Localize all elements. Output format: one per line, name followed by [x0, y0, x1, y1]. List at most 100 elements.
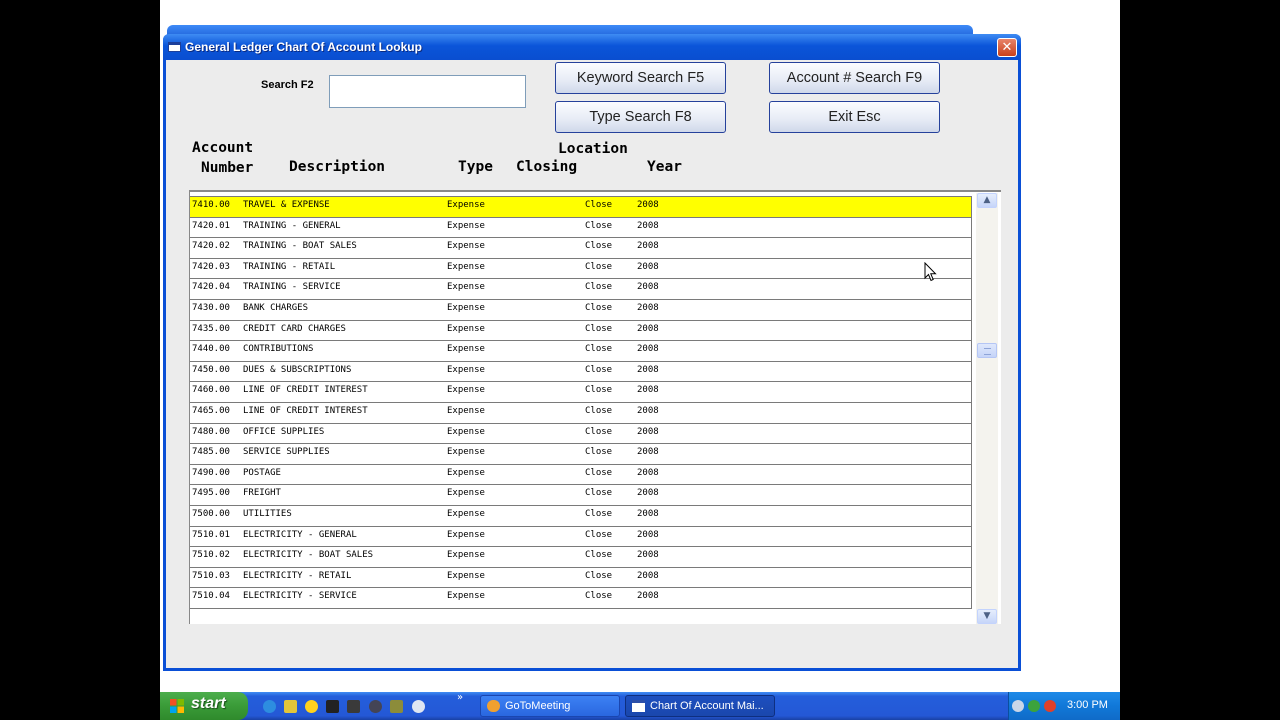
cell-description: SERVICE SUPPLIES	[243, 447, 330, 458]
cell-closing: Close	[585, 447, 613, 458]
exit-button[interactable]: Exit Esc	[769, 101, 940, 133]
internet-explorer-icon[interactable]	[263, 700, 276, 713]
cell-year: 2008	[637, 405, 659, 416]
cell-description: TRAINING - GENERAL	[243, 220, 341, 231]
cell-closing: Close	[585, 344, 613, 355]
scroll-up-button[interactable]: ▲	[977, 193, 997, 208]
cell-type: Expense	[447, 364, 485, 375]
cell-year: 2008	[637, 426, 659, 437]
scroll-thumb[interactable]	[977, 343, 997, 358]
cell-year: 2008	[637, 241, 659, 252]
cell-year: 2008	[637, 220, 659, 231]
table-row[interactable]: 7500.00 UTILITIES Expense Close 2008	[190, 504, 972, 526]
cell-description: TRAINING - RETAIL	[243, 261, 336, 272]
cell-description: ELECTRICITY - GENERAL	[243, 529, 357, 540]
lookup-window: General Ledger Chart Of Account Lookup ✕…	[163, 34, 1021, 671]
cell-account-number: 7500.00	[192, 508, 230, 519]
table-row[interactable]: 7510.03 ELECTRICITY - RETAIL Expense Close 2…	[190, 566, 972, 588]
table-row[interactable]: 7495.00 FREIGHT Expense Close 2008	[190, 484, 972, 505]
cell-closing: Close	[585, 302, 613, 313]
scroll-down-button[interactable]: ▼	[977, 609, 997, 624]
cell-year: 2008	[637, 344, 659, 355]
cell-closing: Close	[585, 200, 613, 210]
cell-description: FREIGHT	[243, 488, 281, 499]
cell-closing: Close	[585, 591, 613, 602]
favorites-star-icon[interactable]	[305, 700, 318, 713]
table-row[interactable]: 7460.00 LINE OF CREDIT INTEREST Expense Clo…	[190, 381, 972, 402]
media-player-icon[interactable]	[347, 700, 360, 713]
cell-year: 2008	[637, 488, 659, 499]
header-description: Description	[289, 159, 386, 175]
table-row[interactable]: 7440.00 CONTRIBUTIONS Expense Close 2008	[190, 340, 972, 361]
network-icon[interactable]	[369, 700, 382, 713]
play-icon[interactable]	[412, 700, 425, 713]
keyword-search-button[interactable]: Keyword Search F5	[555, 62, 726, 94]
cell-account-number: 7430.00	[192, 302, 230, 313]
cell-year: 2008	[637, 529, 659, 540]
table-row[interactable]: 7510.01 ELECTRICITY - GENERAL Expense Close…	[190, 525, 972, 547]
cell-year: 2008	[637, 302, 659, 313]
window-titlebar[interactable]: General Ledger Chart Of Account Lookup ✕	[163, 34, 1021, 60]
cell-year: 2008	[637, 261, 659, 272]
table-row[interactable]: 7420.02 TRAINING - BOAT SALES Expense Close…	[190, 237, 972, 258]
table-row[interactable]: 7485.00 SERVICE SUPPLIES Expense Close 2008	[190, 443, 972, 464]
cell-type: Expense	[447, 529, 485, 540]
type-search-button[interactable]: Type Search F8	[555, 101, 726, 133]
table-row[interactable]: 7420.01 TRAINING - GENERAL Expense Close 200…	[190, 216, 972, 238]
cell-description: BANK CHARGES	[243, 302, 309, 313]
chevron-up-icon: ▲	[983, 195, 991, 205]
cell-closing: Close	[585, 364, 613, 375]
cell-description: TRAINING - BOAT SALES	[243, 241, 357, 252]
cell-description: UTILITIES	[243, 508, 292, 519]
cell-year: 2008	[637, 200, 659, 210]
cell-account-number: 7480.00	[192, 426, 230, 437]
cell-account-number: 7510.03	[192, 570, 230, 581]
cell-account-number: 7420.04	[192, 282, 230, 293]
taskbar-item-chart-of-account[interactable]: Chart Of Account Mai...	[625, 695, 775, 717]
taskbar-item-gotomeeting[interactable]: GoToMeeting	[480, 695, 620, 717]
cell-description: CREDIT CARD CHARGES	[243, 323, 346, 334]
cell-account-number: 7485.00	[192, 447, 230, 458]
account-number-search-button[interactable]: Account # Search F9	[769, 62, 940, 94]
cell-type: Expense	[447, 220, 485, 231]
folder-icon[interactable]	[284, 700, 297, 713]
cell-type: Expense	[447, 200, 485, 210]
header-location: Location	[558, 141, 628, 157]
cell-type: Expense	[447, 550, 485, 561]
cell-type: Expense	[447, 488, 485, 499]
table-row[interactable]: 7480.00 OFFICE SUPPLIES Expense Close 2008	[190, 422, 972, 444]
cell-year: 2008	[637, 364, 659, 375]
gotomeeting-icon	[487, 700, 500, 712]
tray-network-icon[interactable]	[1028, 700, 1040, 712]
search-input[interactable]	[329, 75, 526, 108]
chevron-down-icon: ▼	[983, 611, 991, 621]
cell-closing: Close	[585, 467, 613, 478]
window-icon	[632, 700, 645, 712]
cell-year: 2008	[637, 508, 659, 519]
tray-security-icon[interactable]	[1044, 700, 1056, 712]
cell-closing: Close	[585, 323, 613, 334]
table-row[interactable]: 7410.00 TRAVEL & EXPENSE Expense Close 2008	[190, 196, 972, 217]
cell-closing: Close	[585, 488, 613, 499]
quick-launch-more-icon[interactable]: »	[457, 692, 463, 703]
tray-arrow-icon[interactable]	[1012, 700, 1024, 712]
command-prompt-icon[interactable]	[326, 700, 339, 713]
cell-type: Expense	[447, 385, 485, 396]
table-row[interactable]: 7510.02 ELECTRICITY - BOAT SALES Expense Cl…	[190, 546, 972, 567]
close-button[interactable]: ✕	[997, 38, 1017, 57]
table-row[interactable]: 7450.00 DUES & SUBSCRIPTIONS Expense Close 2…	[190, 360, 972, 382]
table-row[interactable]: 7430.00 BANK CHARGES Expense Close 2008	[190, 298, 972, 320]
cell-type: Expense	[447, 426, 485, 437]
table-row[interactable]: 7465.00 LINE OF CREDIT INTEREST Expense Clo…	[190, 401, 972, 423]
vertical-scrollbar[interactable]: ▲ ▼	[976, 193, 998, 624]
table-row[interactable]: 7490.00 POSTAGE Expense Close 2008	[190, 463, 972, 485]
start-button[interactable]: start	[160, 692, 248, 720]
table-row[interactable]: 7510.04 ELECTRICITY - SERVICE Expense Close…	[190, 587, 972, 608]
table-row[interactable]: 7420.03 TRAINING - RETAIL Expense Close 2008	[190, 257, 972, 279]
header-account: Account	[192, 140, 254, 156]
start-label: start	[191, 695, 226, 712]
cell-closing: Close	[585, 570, 613, 581]
utility-icon[interactable]	[390, 700, 403, 713]
table-row[interactable]: 7420.04 TRAINING - SERVICE Expense Close 200…	[190, 278, 972, 299]
table-row[interactable]: 7435.00 CREDIT CARD CHARGES Expense Close 20…	[190, 319, 972, 341]
